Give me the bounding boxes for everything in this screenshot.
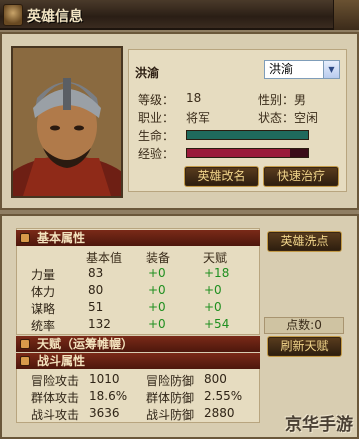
section-marker-icon	[20, 339, 30, 349]
attr-base: 51	[88, 300, 104, 314]
attr-equip: +0	[148, 300, 166, 314]
attr-name: 体力	[31, 285, 56, 299]
attr-talent: +0	[204, 283, 222, 297]
hero-portrait	[11, 46, 123, 198]
combat-value: 1010	[89, 372, 120, 386]
attr-equip: +0	[148, 317, 166, 331]
window-titlebar: 英雄信息	[0, 0, 359, 30]
combat-attributes-title: 战斗属性	[37, 354, 86, 368]
basic-attributes-header: 基本属性	[16, 230, 260, 246]
combat-label: 战斗攻击	[31, 408, 80, 422]
hero-name: 洪渝	[135, 66, 160, 80]
combat-attributes-header: 战斗属性	[16, 353, 260, 369]
attr-equip: +0	[148, 283, 166, 297]
chevron-down-icon[interactable]: ▼	[323, 61, 339, 78]
rename-hero-button[interactable]: 英雄改名	[184, 166, 259, 187]
exp-bar-fill	[187, 149, 290, 157]
job-value: 将军	[186, 111, 211, 125]
attr-base: 80	[88, 283, 104, 297]
column-base: 基本值	[86, 251, 123, 265]
section-marker-icon	[20, 356, 30, 366]
attr-talent: +54	[204, 317, 230, 331]
section-marker-icon	[20, 233, 30, 243]
state-label: 状态：	[258, 111, 295, 125]
exp-bar	[186, 148, 309, 158]
attr-name: 谋略	[31, 302, 56, 316]
gender-value: 男	[294, 93, 307, 107]
combat-value: 2.55%	[204, 389, 243, 403]
combat-label: 群体防御	[146, 391, 195, 405]
combat-label: 冒险防御	[146, 374, 195, 388]
job-label: 职业：	[138, 111, 175, 125]
level-value: 18	[186, 91, 202, 105]
watermark-logo: 京华手游	[285, 415, 353, 435]
combat-value: 800	[204, 372, 227, 386]
column-talent: 天赋	[203, 251, 228, 265]
column-equip: 装备	[146, 251, 171, 265]
combat-value: 3636	[89, 406, 120, 420]
combat-label: 群体攻击	[31, 391, 80, 405]
attr-base: 132	[88, 317, 111, 331]
refresh-talent-button[interactable]: 刷新天赋	[267, 336, 342, 357]
combat-value: 18.6%	[89, 389, 128, 403]
combat-label: 战斗防御	[146, 408, 195, 422]
attr-talent: +18	[204, 266, 230, 280]
hero-select-value: 洪渝	[269, 62, 294, 76]
talent-header: 天赋（运筹帷幄）	[16, 336, 260, 352]
basic-attributes-title: 基本属性	[37, 231, 86, 245]
window-title: 英雄信息	[27, 9, 83, 25]
hp-bar	[186, 130, 309, 140]
quick-heal-button[interactable]: 快速治疗	[263, 166, 339, 187]
combat-label: 冒险攻击	[31, 374, 80, 388]
wash-points-button[interactable]: 英雄洗点	[267, 231, 342, 252]
attr-base: 83	[88, 266, 104, 280]
window-emblem-icon	[3, 4, 23, 26]
state-value: 空闲	[294, 111, 319, 125]
attr-name: 统率	[31, 319, 56, 333]
combat-value: 2880	[204, 406, 235, 420]
level-label: 等级：	[138, 93, 175, 107]
hero-portrait-image	[13, 48, 121, 196]
attr-talent: +0	[204, 300, 222, 314]
gender-label: 性别：	[258, 93, 295, 107]
hero-select-dropdown[interactable]: 洪渝 ▼	[264, 60, 340, 79]
hp-label: 生命：	[138, 129, 175, 143]
exp-label: 经验：	[138, 147, 175, 161]
talent-points: 点数:0	[264, 317, 344, 334]
attr-equip: +0	[148, 266, 166, 280]
talent-title: 天赋（运筹帷幄）	[37, 337, 134, 351]
attr-name: 力量	[31, 268, 56, 282]
hp-bar-fill	[187, 131, 308, 139]
titlebar-ornament	[333, 0, 359, 30]
